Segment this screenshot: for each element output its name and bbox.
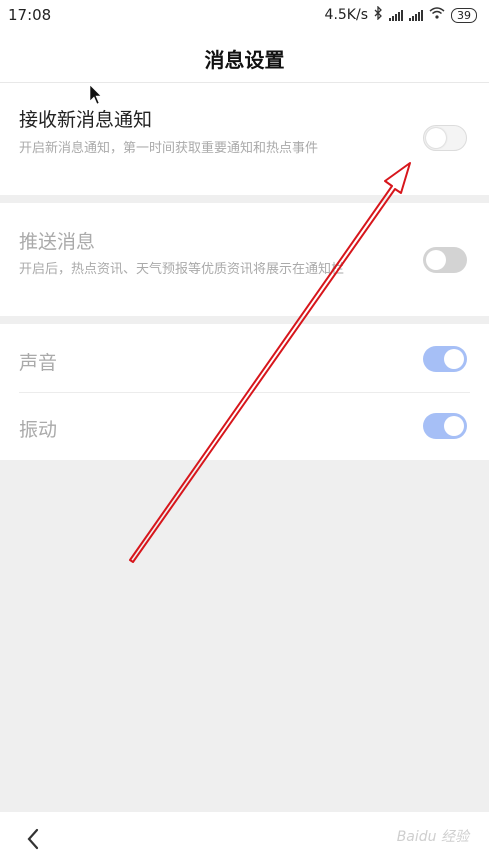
battery-icon: 39 [451,7,477,23]
vibrate-toggle[interactable] [423,413,467,439]
toggle-knob [444,349,464,369]
push-messages-toggle[interactable] [423,247,467,273]
setting-description: 开启后，热点资讯、天气预报等优质资讯将展示在通知栏 [19,262,345,277]
section-receive: 接收新消息通知 开启新消息通知，第一时间获取重要通知和热点事件 [0,83,489,195]
signal-icon [389,9,403,21]
status-bar: 17:08 4.5K/s 39 [0,0,489,32]
status-time: 17:08 [8,6,52,24]
back-button[interactable] [22,824,46,854]
setting-vibrate: 振动 [0,393,489,460]
toggle-knob [426,250,446,270]
wifi-icon [429,7,445,23]
page-title: 消息设置 [204,48,285,72]
signal-icon-2 [409,9,423,21]
watermark: Baidu 经验 [396,829,469,845]
section-sound-vibration: 声音 振动 [0,324,489,460]
net-speed: 4.5K/s [324,7,368,23]
toggle-knob [444,416,464,436]
setting-title: 振动 [19,419,58,441]
setting-title: 接收新消息通知 [19,109,153,131]
sound-toggle[interactable] [423,346,467,372]
setting-receive-notifications: 接收新消息通知 开启新消息通知，第一时间获取重要通知和热点事件 [0,83,489,195]
page-header: 消息设置 [0,32,489,83]
chevron-left-icon [27,828,39,850]
bluetooth-icon [374,5,383,24]
setting-push-messages: 推送消息 开启后，热点资讯、天气预报等优质资讯将展示在通知栏 [0,203,489,316]
setting-title: 声音 [19,352,58,374]
toggle-knob [426,128,446,148]
status-icons: 4.5K/s 39 [324,5,477,24]
receive-notifications-toggle[interactable] [423,125,467,151]
bottom-bar: Baidu 经验 [0,812,489,865]
setting-sound: 声音 [0,324,489,392]
setting-title: 推送消息 [19,231,96,253]
section-push: 推送消息 开启后，热点资讯、天气预报等优质资讯将展示在通知栏 [0,203,489,316]
setting-description: 开启新消息通知，第一时间获取重要通知和热点事件 [19,141,319,156]
